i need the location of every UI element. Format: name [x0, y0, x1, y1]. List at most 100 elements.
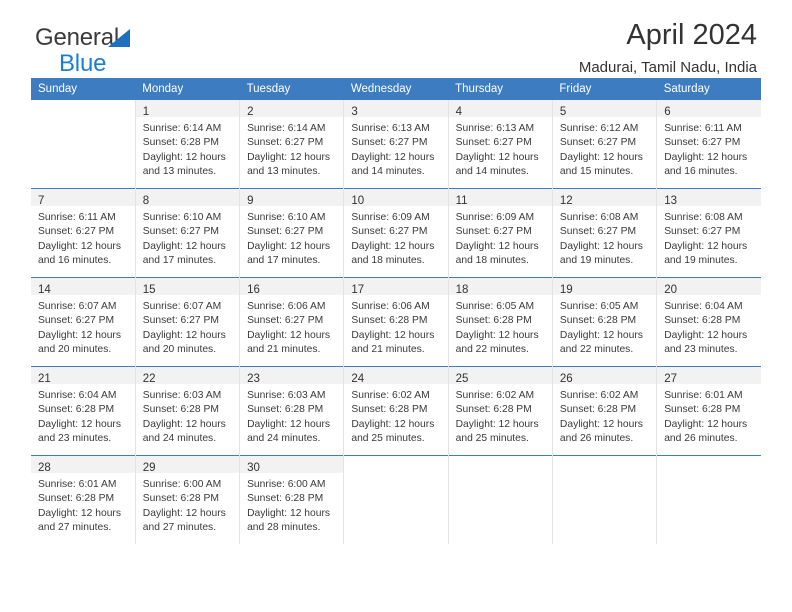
calendar-day-cell[interactable]: 30 Sunrise: 6:00 AM Sunset: 6:28 PM Dayligh… [239, 455, 345, 544]
day-details: Sunrise: 6:07 AM Sunset: 6:27 PM Daylight:… [31, 295, 135, 358]
daylight-text: Daylight: 12 hours [455, 240, 539, 252]
page-header: General Blue April 2024 Madurai, Tamil N… [31, 0, 761, 78]
calendar-week-row: 21 Sunrise: 6:04 AM Sunset: 6:28 PM Dayligh… [31, 366, 761, 456]
daylight-text-cont: and 25 minutes. [351, 433, 425, 445]
day-details: Sunrise: 6:00 AM Sunset: 6:28 PM Daylight:… [240, 473, 343, 536]
day-details: Sunrise: 6:02 AM Sunset: 6:28 PM Daylight:… [344, 384, 447, 447]
calendar-day-cell[interactable]: 24 Sunrise: 6:02 AM Sunset: 6:28 PM Dayligh… [343, 366, 449, 456]
calendar-day-cell[interactable]: 11 Sunrise: 6:09 AM Sunset: 6:27 PM Dayligh… [448, 188, 553, 278]
day-number-bar: 8 [135, 189, 240, 207]
weekday-header-row: Sunday Monday Tuesday Wednesday Thursday… [31, 78, 761, 100]
day-number-bar: 12 [552, 189, 657, 207]
day-number: 29 [142, 462, 156, 474]
calendar-day-cell[interactable]: 22 Sunrise: 6:03 AM Sunset: 6:28 PM Dayligh… [135, 366, 241, 456]
calendar-day-cell[interactable]: 29 Sunrise: 6:00 AM Sunset: 6:28 PM Dayligh… [135, 455, 241, 544]
calendar-day-cell-empty [31, 100, 136, 189]
sunset-text: Sunset: 6:27 PM [247, 315, 324, 327]
calendar-day-cell[interactable]: 21 Sunrise: 6:04 AM Sunset: 6:28 PM Dayligh… [31, 366, 136, 456]
day-details: Sunrise: 6:06 AM Sunset: 6:28 PM Daylight:… [344, 295, 447, 358]
sunrise-sunset-calendar-table: Sunday Monday Tuesday Wednesday Thursday… [31, 78, 761, 544]
calendar-day-cell[interactable]: 27 Sunrise: 6:01 AM Sunset: 6:28 PM Dayligh… [656, 366, 761, 456]
sunrise-text: Sunrise: 6:11 AM [38, 212, 116, 223]
day-number-bar: 17 [344, 278, 448, 296]
day-number-bar: 22 [135, 367, 240, 385]
day-details: Sunrise: 6:13 AM Sunset: 6:27 PM Daylight:… [344, 117, 447, 180]
sunrise-text: Sunrise: 6:14 AM [247, 123, 326, 134]
daylight-text: Daylight: 12 hours [664, 329, 748, 341]
day-details: Sunrise: 6:11 AM Sunset: 6:27 PM Daylight:… [657, 117, 761, 180]
day-number-bar [657, 456, 761, 473]
day-details: Sunrise: 6:05 AM Sunset: 6:28 PM Daylight:… [553, 295, 656, 358]
calendar-day-cell[interactable]: 16 Sunrise: 6:06 AM Sunset: 6:27 PM Dayligh… [239, 277, 345, 367]
day-details: Sunrise: 6:09 AM Sunset: 6:27 PM Daylight:… [449, 206, 552, 269]
calendar-day-cell[interactable]: 28 Sunrise: 6:01 AM Sunset: 6:28 PM Dayligh… [31, 455, 136, 544]
day-number-bar [552, 456, 657, 473]
sunrise-text: Sunrise: 6:12 AM [559, 123, 639, 134]
calendar-week-row: 28 Sunrise: 6:01 AM Sunset: 6:28 PM Dayligh… [31, 455, 761, 544]
daylight-text-cont: and 20 minutes. [142, 344, 217, 356]
sunrise-text: Sunrise: 6:08 AM [559, 212, 639, 223]
calendar-day-cell[interactable]: 5 Sunrise: 6:12 AM Sunset: 6:27 PM Daylight… [552, 100, 658, 189]
day-number: 27 [664, 373, 677, 385]
daylight-text: Daylight: 12 hours [455, 329, 539, 341]
day-details: Sunrise: 6:03 AM Sunset: 6:28 PM Daylight:… [136, 384, 239, 447]
daylight-text: Daylight: 12 hours [664, 418, 748, 430]
day-number-bar: 15 [135, 278, 240, 296]
day-number-bar [344, 456, 448, 473]
calendar-day-cell[interactable]: 3 Sunrise: 6:13 AM Sunset: 6:27 PM Daylight… [343, 100, 449, 189]
calendar-day-cell[interactable]: 20 Sunrise: 6:04 AM Sunset: 6:28 PM Dayligh… [656, 277, 761, 367]
day-details: Sunrise: 6:02 AM Sunset: 6:28 PM Daylight:… [553, 384, 656, 447]
sunrise-text: Sunrise: 6:14 AM [142, 123, 222, 134]
day-number-bar: 19 [552, 278, 657, 296]
calendar-day-cell[interactable]: 26 Sunrise: 6:02 AM Sunset: 6:28 PM Dayligh… [552, 366, 658, 456]
day-number-bar: 28 [31, 456, 135, 474]
day-details: Sunrise: 6:05 AM Sunset: 6:28 PM Daylight:… [449, 295, 552, 358]
day-number: 13 [664, 195, 677, 207]
calendar-day-cell[interactable]: 4 Sunrise: 6:13 AM Sunset: 6:27 PM Daylight… [448, 100, 553, 189]
weekday-header-monday: Monday [135, 78, 240, 100]
day-number-bar: 16 [240, 278, 344, 296]
day-number-bar: 25 [448, 367, 552, 385]
calendar-day-cell[interactable]: 10 Sunrise: 6:09 AM Sunset: 6:27 PM Dayligh… [343, 188, 449, 278]
calendar-day-cell[interactable]: 14 Sunrise: 6:07 AM Sunset: 6:27 PM Dayligh… [31, 277, 136, 367]
calendar-day-cell[interactable]: 15 Sunrise: 6:07 AM Sunset: 6:27 PM Dayligh… [135, 277, 241, 367]
calendar-week-row: 1 Sunrise: 6:14 AM Sunset: 6:28 PM Daylight… [31, 100, 761, 189]
sunset-text: Sunset: 6:28 PM [142, 404, 219, 416]
daylight-text-cont: and 18 minutes. [351, 255, 425, 267]
calendar-day-cell[interactable]: 7 Sunrise: 6:11 AM Sunset: 6:27 PM Daylight… [31, 188, 136, 278]
day-number: 8 [142, 195, 150, 207]
daylight-text-cont: and 25 minutes. [455, 433, 529, 445]
calendar-day-cell[interactable]: 8 Sunrise: 6:10 AM Sunset: 6:27 PM Daylight… [135, 188, 241, 278]
day-details: Sunrise: 6:02 AM Sunset: 6:28 PM Daylight:… [449, 384, 552, 447]
day-number: 18 [455, 284, 469, 296]
day-number: 23 [247, 373, 260, 385]
day-number-bar: 14 [31, 278, 135, 296]
daylight-text: Daylight: 12 hours [559, 418, 643, 430]
sunset-text: Sunset: 6:28 PM [142, 137, 219, 149]
calendar-day-cell[interactable]: 6 Sunrise: 6:11 AM Sunset: 6:27 PM Daylight… [657, 100, 761, 189]
daylight-text-cont: and 13 minutes. [247, 166, 321, 178]
calendar-day-cell[interactable]: 12 Sunrise: 6:08 AM Sunset: 6:27 PM Dayligh… [552, 188, 658, 278]
sunrise-text: Sunrise: 6:07 AM [38, 301, 117, 312]
daylight-text: Daylight: 12 hours [455, 418, 539, 430]
day-number: 16 [247, 284, 260, 296]
calendar-day-cell[interactable]: 17 Sunrise: 6:06 AM Sunset: 6:28 PM Dayligh… [343, 277, 449, 367]
calendar-day-cell-empty [552, 455, 658, 544]
calendar-day-cell[interactable]: 18 Sunrise: 6:05 AM Sunset: 6:28 PM Dayligh… [448, 277, 553, 367]
calendar-day-cell[interactable]: 1 Sunrise: 6:14 AM Sunset: 6:28 PM Daylight… [135, 100, 241, 189]
calendar-day-cell[interactable]: 9 Sunrise: 6:10 AM Sunset: 6:27 PM Daylight… [239, 188, 345, 278]
day-number-bar: 9 [240, 189, 344, 207]
calendar-day-cell[interactable]: 19 Sunrise: 6:05 AM Sunset: 6:28 PM Dayligh… [552, 277, 658, 367]
day-number-bar: 4 [448, 100, 552, 118]
daylight-text: Daylight: 12 hours [559, 151, 643, 163]
day-details: Sunrise: 6:11 AM Sunset: 6:27 PM Daylight:… [31, 206, 135, 269]
calendar-day-cell[interactable]: 13 Sunrise: 6:08 AM Sunset: 6:27 PM Dayligh… [656, 188, 761, 278]
calendar-day-cell[interactable]: 2 Sunrise: 6:14 AM Sunset: 6:27 PM Daylight… [239, 100, 345, 189]
weekday-header-wednesday: Wednesday [343, 78, 449, 100]
sunset-text: Sunset: 6:28 PM [455, 315, 532, 327]
calendar-day-cell[interactable]: 23 Sunrise: 6:03 AM Sunset: 6:28 PM Dayligh… [239, 366, 345, 456]
sunset-text: Sunset: 6:28 PM [351, 315, 428, 327]
day-details: Sunrise: 6:14 AM Sunset: 6:28 PM Daylight:… [136, 117, 239, 180]
calendar-day-cell[interactable]: 25 Sunrise: 6:02 AM Sunset: 6:28 PM Dayligh… [448, 366, 553, 456]
day-details: Sunrise: 6:10 AM Sunset: 6:27 PM Daylight:… [136, 206, 239, 269]
